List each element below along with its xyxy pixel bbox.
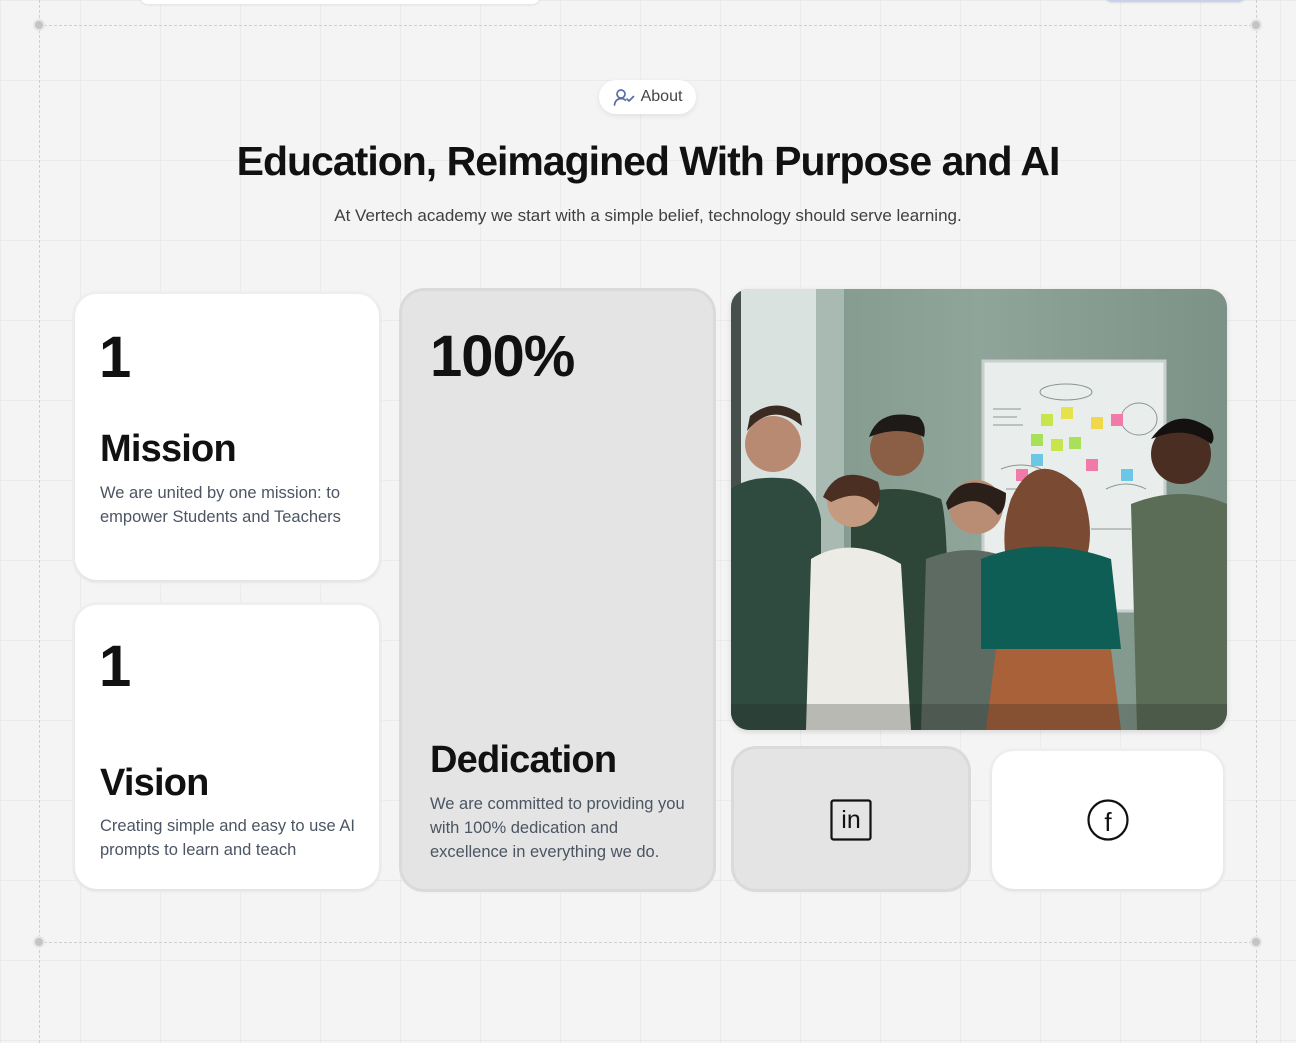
frame-corner-dot bbox=[1250, 936, 1262, 948]
vision-stat: 1 bbox=[99, 634, 131, 699]
facebook-glyph: f bbox=[1104, 806, 1112, 837]
linkedin-icon[interactable]: in bbox=[830, 799, 872, 841]
user-check-icon bbox=[613, 88, 635, 106]
mission-stat: 1 bbox=[99, 325, 131, 390]
dedication-stat: 100% bbox=[430, 324, 575, 389]
team-photo-illustration bbox=[731, 289, 1227, 730]
dedication-card: 100% Dedication We are committed to prov… bbox=[402, 291, 713, 889]
frame-line-top bbox=[39, 25, 1257, 26]
frame-corner-dot bbox=[33, 19, 45, 31]
mission-card: 1 Mission We are united by one mission: … bbox=[75, 294, 379, 580]
frame-corner-dot bbox=[1250, 19, 1262, 31]
about-badge-label: About bbox=[640, 88, 683, 105]
facebook-icon[interactable]: f bbox=[1087, 799, 1129, 841]
mission-description: We are united by one mission: to empower… bbox=[100, 484, 341, 526]
top-nav-button-remnant[interactable] bbox=[1105, 0, 1245, 2]
team-whiteboard-photo bbox=[731, 289, 1227, 730]
mission-title: Mission bbox=[100, 428, 237, 470]
dedication-title: Dedication bbox=[430, 739, 617, 781]
linkedin-glyph: in bbox=[841, 805, 861, 834]
linkedin-card[interactable]: in bbox=[734, 749, 968, 889]
vision-card: 1 Vision Creating simple and easy to use… bbox=[75, 605, 379, 889]
vision-description: Creating simple and easy to use AI promp… bbox=[100, 817, 355, 859]
top-nav-bar-remnant bbox=[140, 0, 540, 4]
frame-corner-dot bbox=[33, 936, 45, 948]
page-title: Education, Reimagined With Purpose and A… bbox=[236, 138, 1061, 184]
about-badge: About bbox=[599, 80, 696, 114]
vision-title: Vision bbox=[100, 762, 209, 804]
page-subtitle: At Vertech academy we start with a simpl… bbox=[334, 206, 962, 225]
facebook-card[interactable]: f bbox=[992, 751, 1223, 889]
dedication-description: We are committed to providing you with 1… bbox=[430, 795, 685, 861]
frame-line-bottom bbox=[39, 942, 1257, 943]
